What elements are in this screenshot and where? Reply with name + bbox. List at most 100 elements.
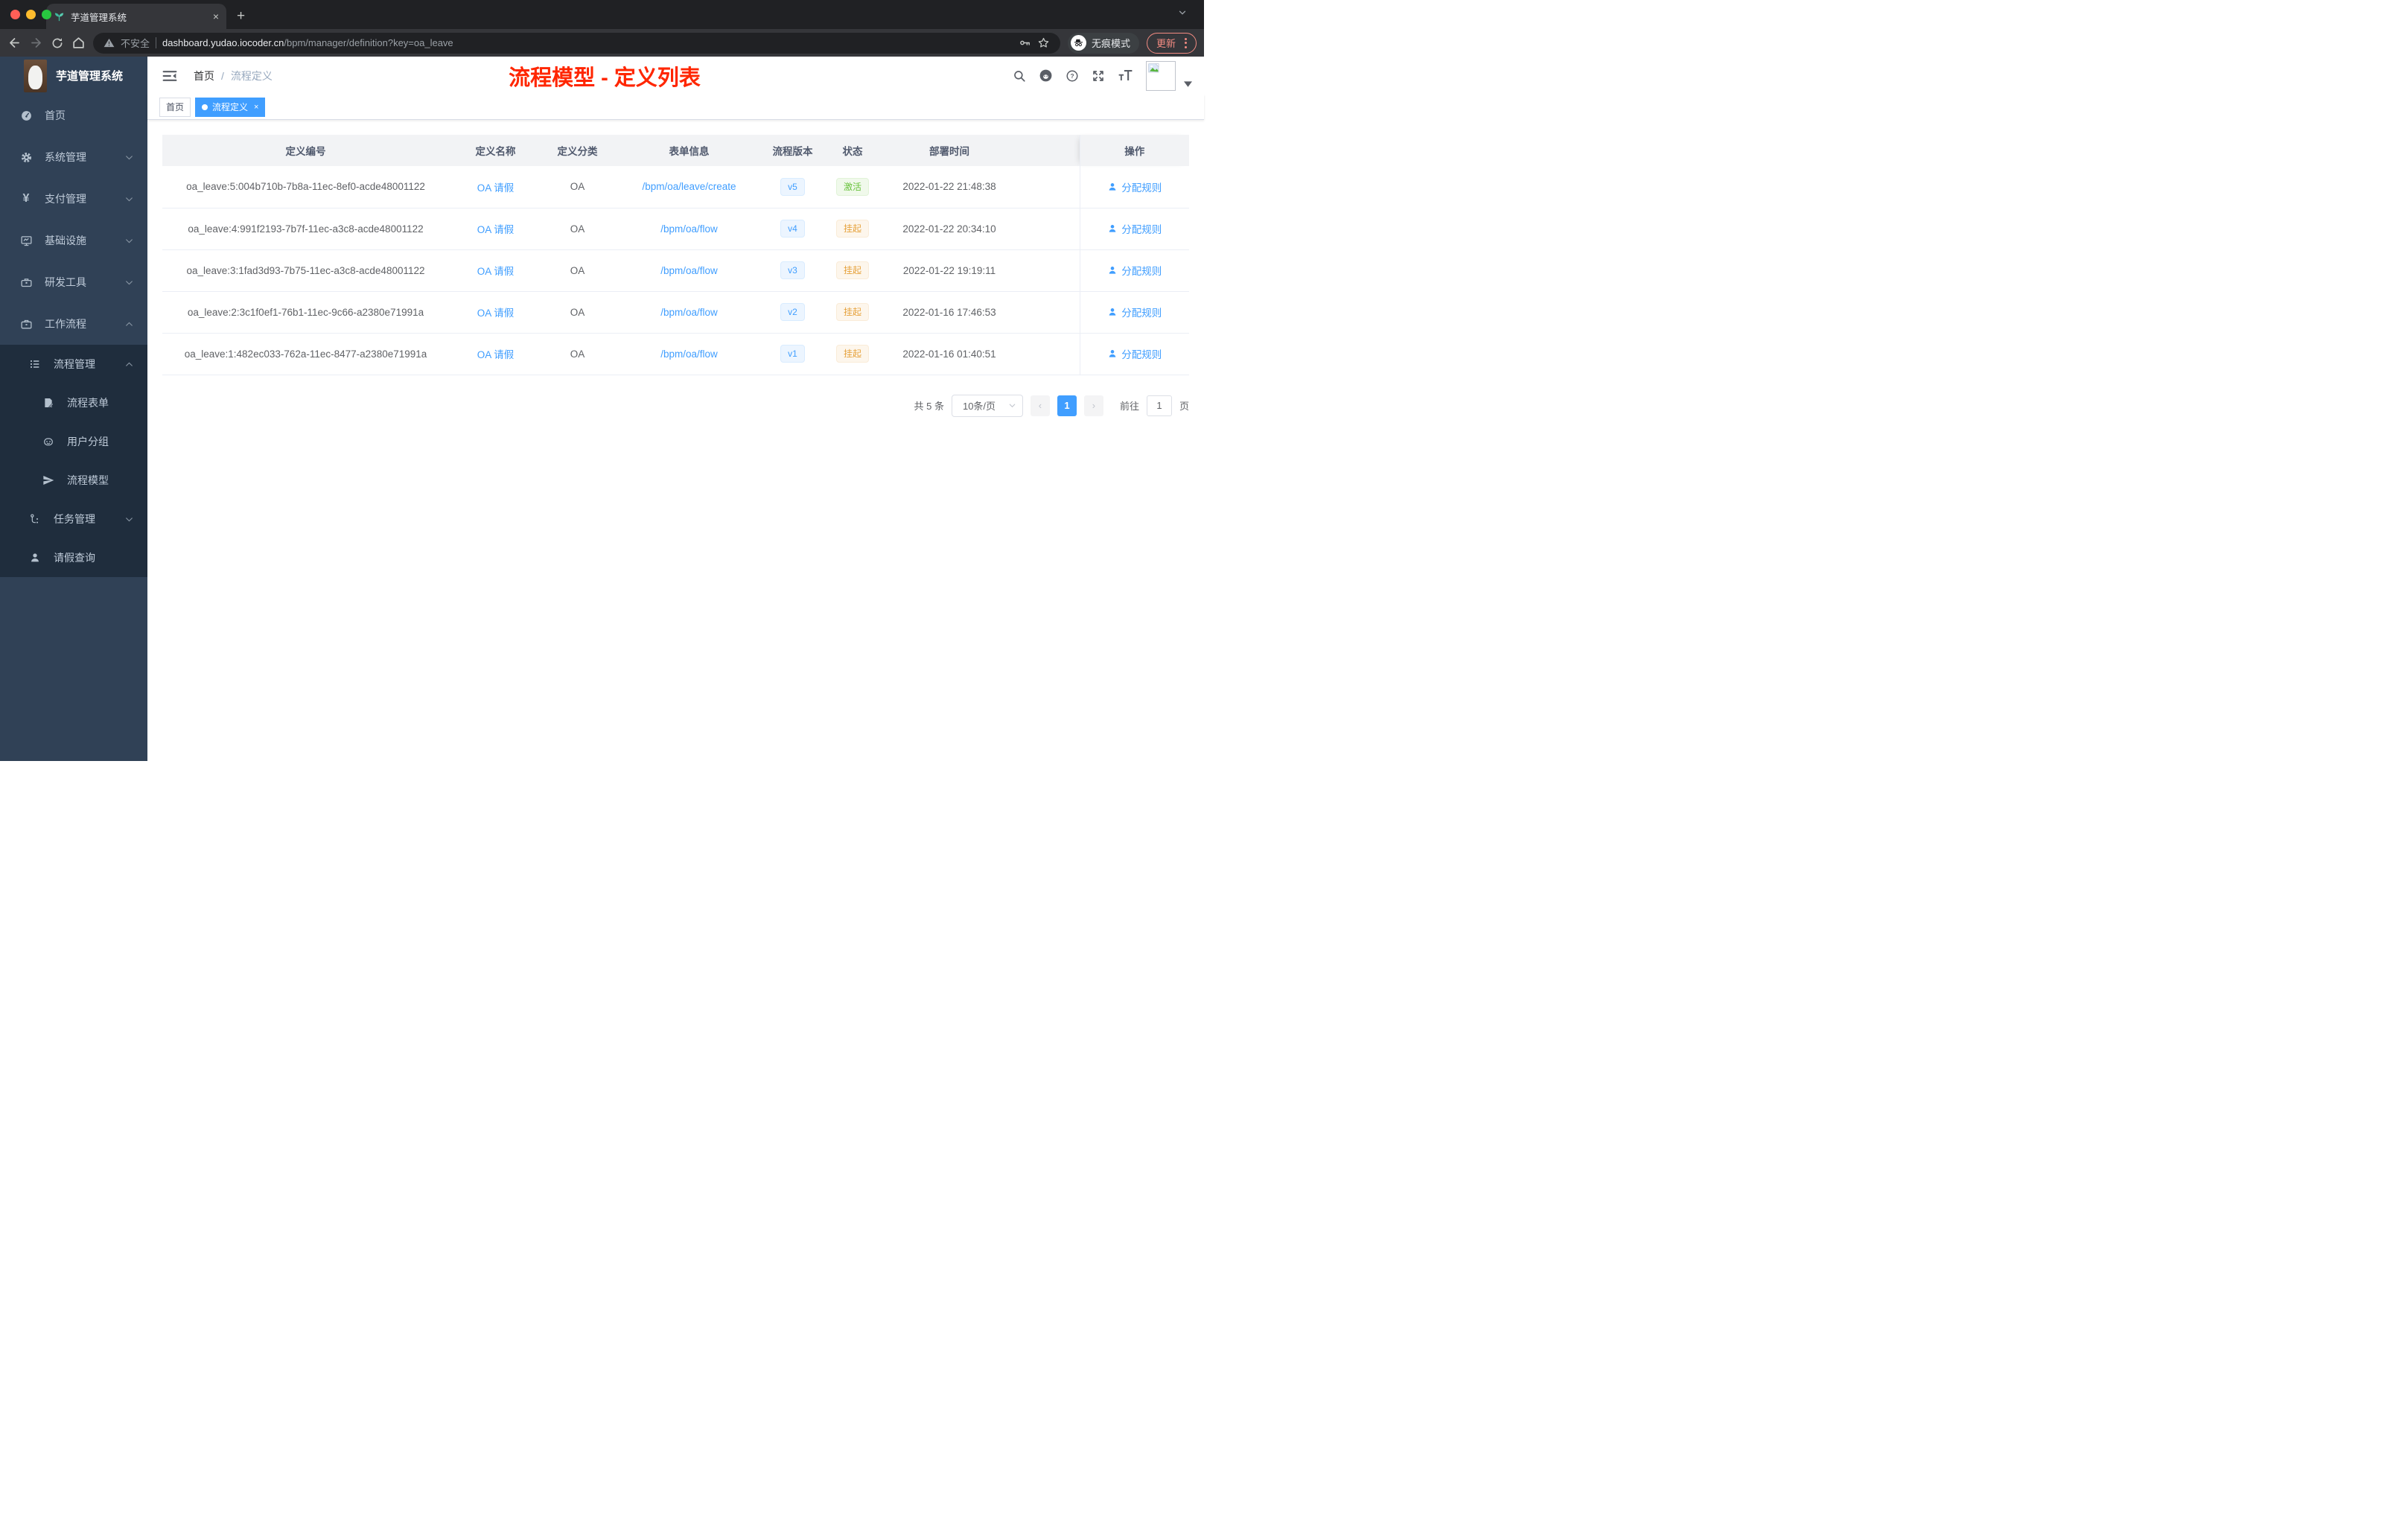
table-body: oa_leave:5:004b710b-7b8a-11ec-8ef0-acde4… [162, 166, 1189, 375]
filler-cell [1013, 208, 1080, 250]
browser-menu-icon[interactable] [1185, 37, 1187, 48]
close-window-button[interactable] [10, 10, 20, 19]
browser-tab[interactable]: 芋道管理系统 × [46, 4, 226, 29]
chevron-down-icon [124, 236, 134, 246]
search-icon[interactable] [1013, 69, 1026, 83]
goto-page-input[interactable] [1146, 395, 1172, 416]
col-actions: 操作 [1079, 135, 1189, 166]
fullscreen-icon[interactable] [1092, 69, 1105, 83]
favicon-sprout-icon [54, 11, 65, 22]
sidebar-item-home[interactable]: 首页 [0, 95, 147, 136]
next-page-button[interactable]: › [1083, 395, 1103, 416]
avatar[interactable] [1146, 60, 1176, 91]
avatar-caret-icon[interactable] [1184, 80, 1192, 91]
definition-name-link[interactable]: OA 请假 [477, 224, 515, 235]
back-icon[interactable] [7, 36, 22, 50]
col-definition-category: 定义分类 [542, 135, 613, 166]
yen-icon: ¥ [22, 192, 30, 205]
update-button[interactable]: 更新 [1146, 32, 1197, 54]
form-info-link[interactable]: /bpm/oa/leave/create [642, 181, 736, 192]
col-form-info: 表单信息 [613, 135, 765, 166]
tab-close-icon[interactable]: × [213, 10, 219, 22]
help-icon[interactable]: ? [1066, 69, 1079, 83]
briefcase-icon [19, 318, 33, 331]
definition-category: OA [542, 249, 613, 292]
workflow-submenu: 流程管理 流程表单 用户分组 流程模型 任务管理 请假查询 [0, 345, 147, 577]
definition-name-link[interactable]: OA 请假 [477, 182, 515, 194]
sidebar-item-system[interactable]: 系统管理 [0, 136, 147, 178]
sidebar-item-devtools[interactable]: 研发工具 [0, 261, 147, 303]
window-controls[interactable] [10, 10, 51, 19]
prev-page-button[interactable]: ‹ [1030, 395, 1050, 416]
page-size-select[interactable]: 10条/页 [951, 394, 1023, 417]
definition-id: oa_leave:1:482ec033-762a-11ec-8477-a2380… [162, 333, 449, 375]
tag-home[interactable]: 首页 [159, 97, 191, 117]
breadcrumb-home[interactable]: 首页 [194, 69, 214, 83]
sidebar-item-process-model[interactable]: 流程模型 [0, 461, 147, 500]
warning-icon [103, 37, 115, 48]
minimize-window-button[interactable] [26, 10, 36, 19]
version-tag: v1 [780, 344, 805, 363]
app-logo[interactable]: 芋道管理系统 [0, 57, 147, 95]
active-dot [202, 104, 208, 110]
definition-category: OA [542, 291, 613, 334]
sidebar-item-payment[interactable]: ¥ 支付管理 [0, 178, 147, 220]
col-definition-id: 定义编号 [162, 135, 449, 166]
form-info-link[interactable]: /bpm/oa/flow [660, 265, 718, 276]
maximize-window-button[interactable] [42, 10, 51, 19]
assign-rule-link[interactable]: 分配规则 [1107, 263, 1162, 278]
font-size-icon[interactable] [1118, 69, 1133, 82]
sidebar-item-user-group[interactable]: 用户分组 [0, 422, 147, 461]
definition-name-link[interactable]: OA 请假 [477, 349, 515, 360]
url-domain: dashboard.yudao.iocoder.cn [162, 37, 284, 48]
sidebar-item-infra[interactable]: 基础设施 [0, 220, 147, 261]
filler-cell [1013, 249, 1080, 292]
version-tag: v4 [780, 219, 805, 238]
key-icon[interactable] [1019, 36, 1031, 49]
forward-icon[interactable] [29, 36, 43, 50]
assign-rule-link[interactable]: 分配规则 [1107, 346, 1162, 361]
status-tag: 挂起 [835, 219, 869, 238]
sidebar: 芋道管理系统 首页 系统管理 ¥ 支付管理 基础设施 研发工具 工作流程 流程管… [0, 57, 147, 761]
sidebar-item-task-management[interactable]: 任务管理 [0, 500, 147, 538]
form-info-link[interactable]: /bpm/oa/flow [660, 223, 718, 235]
person-icon [1109, 225, 1116, 232]
gear-icon [19, 151, 33, 164]
current-page-button[interactable]: 1 [1057, 395, 1077, 416]
toolbox-icon [19, 276, 33, 289]
page-label: 页 [1179, 401, 1189, 412]
collapse-sidebar-icon[interactable] [159, 69, 180, 83]
person-icon [28, 552, 42, 564]
home-icon[interactable] [71, 36, 86, 50]
new-tab-button[interactable]: + [237, 8, 245, 25]
bookmark-star-icon[interactable] [1037, 36, 1050, 49]
assign-rule-link[interactable]: 分配规则 [1107, 221, 1162, 236]
form-info-link[interactable]: /bpm/oa/flow [660, 307, 718, 318]
reload-icon[interactable] [51, 36, 64, 50]
status-tag: 挂起 [835, 344, 869, 363]
list-icon [28, 358, 42, 370]
definition-name-link[interactable]: OA 请假 [477, 266, 515, 277]
sidebar-item-workflow[interactable]: 工作流程 [0, 303, 147, 345]
assign-rule-link[interactable]: 分配规则 [1107, 305, 1162, 319]
sidebar-item-process-management[interactable]: 流程管理 [0, 345, 147, 383]
definition-table: 定义编号 定义名称 定义分类 表单信息 流程版本 状态 部署时间 操作 oa_l… [162, 135, 1189, 375]
tab-search-chevron-icon[interactable] [1177, 7, 1188, 18]
svg-text:?: ? [1070, 73, 1074, 80]
definition-name-link[interactable]: OA 请假 [477, 308, 515, 319]
address-bar[interactable]: 不安全 dashboard.yudao.iocoder.cn/bpm/manag… [93, 32, 1060, 54]
sidebar-item-leave-query[interactable]: 请假查询 [0, 538, 147, 577]
tags-view: 首页 流程定义 × [147, 95, 1204, 120]
assign-rule-link[interactable]: 分配规则 [1107, 179, 1162, 194]
form-info-link[interactable]: /bpm/oa/flow [660, 348, 718, 360]
update-label: 更新 [1156, 38, 1176, 49]
github-icon[interactable] [1039, 69, 1053, 83]
filler-cell [1013, 166, 1080, 208]
security-label[interactable]: 不安全 [121, 36, 150, 50]
total-count: 共 5 条 [914, 401, 944, 412]
sidebar-item-process-form[interactable]: 流程表单 [0, 383, 147, 422]
tag-close-icon[interactable]: × [254, 103, 258, 112]
chevron-down-icon [1009, 404, 1016, 408]
definition-id: oa_leave:3:1fad3d93-7b75-11ec-a3c8-acde4… [162, 249, 449, 292]
tag-process-definition[interactable]: 流程定义 × [195, 97, 266, 117]
